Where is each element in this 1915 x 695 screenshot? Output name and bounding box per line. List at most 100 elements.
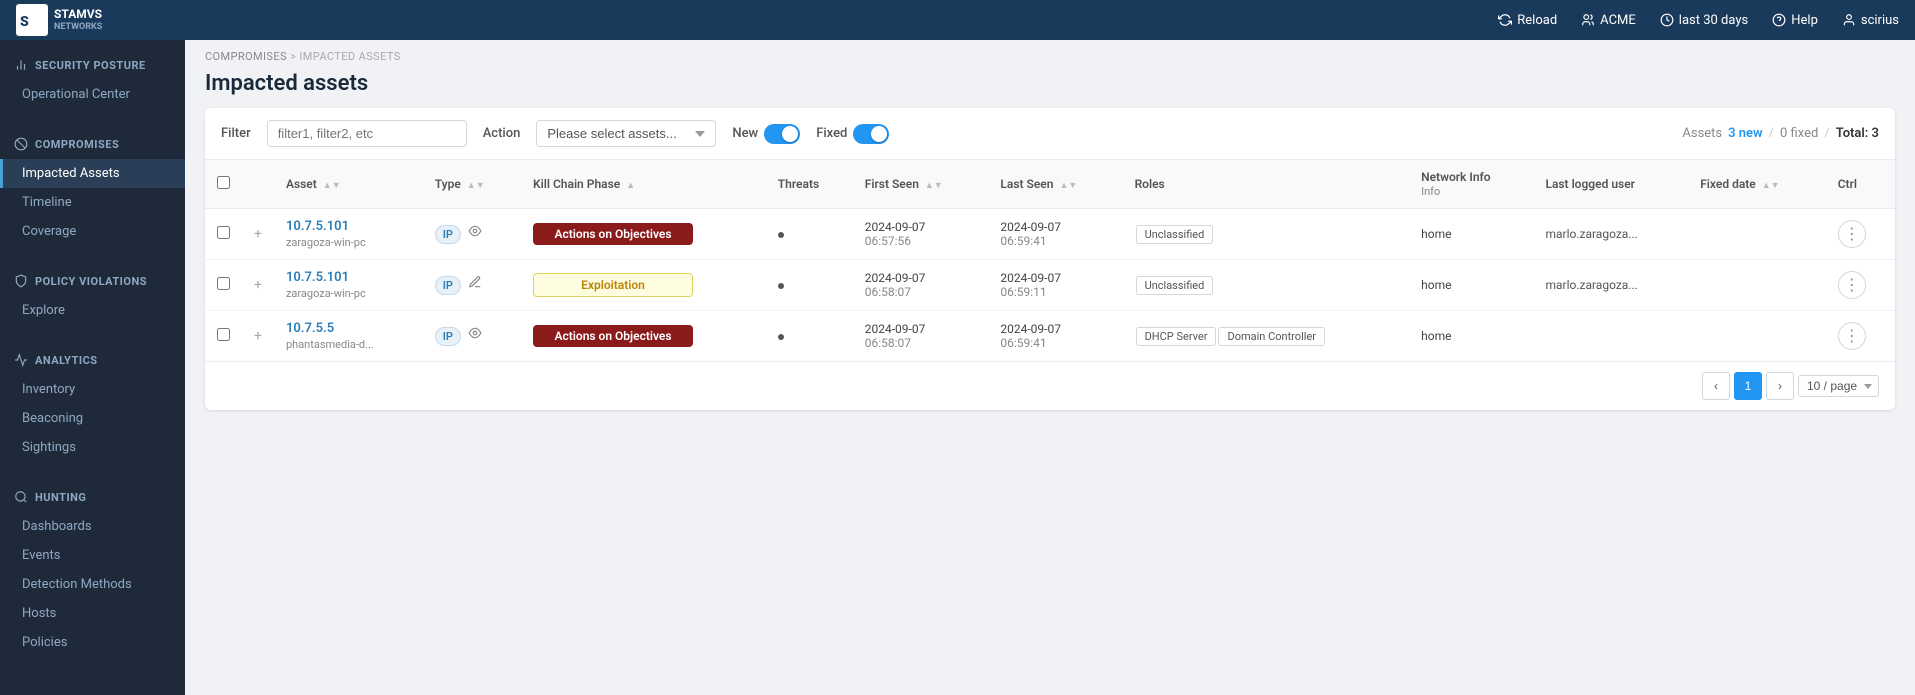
- asset-cell: 10.7.5.101 zaragoza-win-pc: [274, 209, 423, 260]
- prev-page-button[interactable]: ‹: [1702, 372, 1730, 400]
- sidebar-item-policies[interactable]: Policies: [0, 628, 185, 657]
- row-checkbox-0[interactable]: [217, 226, 230, 239]
- asset-link-1[interactable]: 10.7.5.101: [286, 270, 349, 285]
- data-table: Asset ▲▼ Type ▲▼ Kill Chain Phase ▲ Thre…: [205, 160, 1895, 361]
- logo-icon: S: [16, 4, 48, 36]
- org-selector[interactable]: ACME: [1581, 13, 1636, 28]
- breadcrumb-parent[interactable]: COMPROMISES: [205, 50, 287, 63]
- asset-hostname-2: phantasmedia-d...: [286, 338, 411, 351]
- asset-cell: 10.7.5.5 phantasmedia-d...: [274, 311, 423, 362]
- hunting-icon: [14, 490, 28, 504]
- page-1-button[interactable]: 1: [1734, 372, 1762, 400]
- help-button[interactable]: Help: [1772, 13, 1818, 28]
- type-badge-1: IP: [435, 276, 461, 295]
- sidebar-item-sightings[interactable]: Sightings: [0, 433, 185, 462]
- per-page-select[interactable]: 10 / page 25 / page 50 / page: [1798, 375, 1879, 397]
- row-expand-2[interactable]: +: [242, 311, 274, 362]
- sidebar-section-title-security-posture[interactable]: SECURITY POSTURE: [0, 50, 185, 80]
- pagination: ‹ 1 › 10 / page 25 / page 50 / page: [205, 361, 1895, 410]
- col-first-seen[interactable]: First Seen ▲▼: [853, 160, 989, 209]
- last-seen-cell-0: 2024-09-0706:59:41: [988, 209, 1122, 260]
- type-badge-2: IP: [435, 327, 461, 346]
- sidebar-section-policy-violations: POLICY VIOLATIONS Explore: [0, 256, 185, 335]
- table-row: + 10.7.5.101 zaragoza-win-pc IP Exploita…: [205, 260, 1895, 311]
- user-menu[interactable]: scirius: [1842, 13, 1899, 28]
- asset-link-2[interactable]: 10.7.5.5: [286, 321, 334, 336]
- threats-cell-1: [766, 260, 853, 311]
- network-info-cell-2: home: [1409, 311, 1533, 362]
- more-button-0[interactable]: ⋮: [1838, 220, 1866, 248]
- action-select[interactable]: Please select assets...: [536, 120, 716, 147]
- table-row: + 10.7.5.5 phantasmedia-d... IP Actions …: [205, 311, 1895, 362]
- select-all-checkbox[interactable]: [217, 176, 230, 189]
- sidebar-item-hosts[interactable]: Hosts: [0, 599, 185, 628]
- type-icon-0: [468, 226, 482, 242]
- reload-button[interactable]: Reload: [1498, 13, 1557, 28]
- assets-summary: Assets 3 new / 0 fixed / Total: 3: [1682, 126, 1879, 141]
- sidebar-item-operational-center[interactable]: Operational Center: [0, 80, 185, 109]
- sidebar-item-events[interactable]: Events: [0, 541, 185, 570]
- sidebar-section-title-hunting[interactable]: HUNTING: [0, 482, 185, 512]
- table-card: Filter Action Please select assets... Ne…: [205, 108, 1895, 410]
- logo-sub: NETWORKS: [54, 22, 102, 33]
- row-checkbox-2[interactable]: [217, 328, 230, 341]
- row-select-cell: [205, 311, 242, 362]
- row-checkbox-1[interactable]: [217, 277, 230, 290]
- sidebar-section-title-compromises[interactable]: COMPROMISES: [0, 129, 185, 159]
- row-expand-0[interactable]: +: [242, 209, 274, 260]
- asset-link-0[interactable]: 10.7.5.101: [286, 219, 349, 234]
- kill-chain-badge-2: Actions on Objectives: [533, 325, 693, 347]
- first-seen-cell-1: 2024-09-0706:58:07: [853, 260, 989, 311]
- reload-icon: [1498, 13, 1512, 27]
- threats-cell-2: [766, 311, 853, 362]
- more-button-1[interactable]: ⋮: [1838, 271, 1866, 299]
- fixed-toggle[interactable]: [853, 124, 889, 144]
- new-toggle[interactable]: [764, 124, 800, 144]
- asset-hostname-1: zaragoza-win-pc: [286, 287, 411, 300]
- threat-dot-2: [778, 334, 784, 340]
- sidebar-section-title-analytics[interactable]: ANALYTICS: [0, 345, 185, 375]
- sidebar-item-detection-methods[interactable]: Detection Methods: [0, 570, 185, 599]
- fixed-toggle-wrap: Fixed: [816, 124, 889, 144]
- assets-total: Total: 3: [1836, 126, 1879, 141]
- sidebar-section-compromises: COMPROMISES Impacted Assets Timeline Cov…: [0, 119, 185, 256]
- next-page-button[interactable]: ›: [1766, 372, 1794, 400]
- sidebar-section-title-policy-violations[interactable]: POLICY VIOLATIONS: [0, 266, 185, 296]
- col-asset[interactable]: Asset ▲▼: [274, 160, 423, 209]
- col-last-seen[interactable]: Last Seen ▲▼: [988, 160, 1122, 209]
- filter-input[interactable]: [267, 120, 467, 147]
- type-badge-0: IP: [435, 225, 461, 244]
- sidebar-item-explore[interactable]: Explore: [0, 296, 185, 325]
- roles-cell-1: Unclassified: [1123, 260, 1410, 311]
- main-content: COMPROMISES > IMPACTED ASSETS Impacted a…: [185, 40, 1915, 695]
- col-network-info: Network Info Info: [1409, 160, 1533, 209]
- fixed-label: Fixed: [816, 126, 847, 141]
- network-info-cell-0: home: [1409, 209, 1533, 260]
- analytics-icon: [14, 353, 28, 367]
- threat-dot-0: [778, 232, 784, 238]
- role-badge: Unclassified: [1136, 225, 1214, 244]
- sidebar-item-timeline[interactable]: Timeline: [0, 188, 185, 217]
- ctrl-cell-0: ⋮: [1826, 209, 1895, 260]
- sidebar-item-beaconing[interactable]: Beaconing: [0, 404, 185, 433]
- time-filter[interactable]: last 30 days: [1660, 13, 1748, 28]
- more-button-2[interactable]: ⋮: [1838, 322, 1866, 350]
- logo-name: STAMVS: [54, 7, 102, 21]
- network-info-cell-1: home: [1409, 260, 1533, 311]
- user-icon: [1842, 13, 1856, 27]
- sidebar-item-dashboards[interactable]: Dashboards: [0, 512, 185, 541]
- col-fixed-date[interactable]: Fixed date ▲▼: [1688, 160, 1826, 209]
- logo: S STAMVS NETWORKS: [16, 4, 102, 36]
- assets-new-count: 3 new: [1728, 126, 1763, 141]
- row-expand-1[interactable]: +: [242, 260, 274, 311]
- col-threats: Threats: [766, 160, 853, 209]
- bar-chart-icon: [14, 58, 28, 72]
- sidebar-item-coverage[interactable]: Coverage: [0, 217, 185, 246]
- sidebar-item-impacted-assets[interactable]: Impacted Assets: [0, 159, 185, 188]
- col-kill-chain[interactable]: Kill Chain Phase ▲: [521, 160, 766, 209]
- assets-fixed-count: 0 fixed: [1780, 126, 1818, 141]
- new-label: New: [732, 126, 758, 141]
- col-type[interactable]: Type ▲▼: [423, 160, 521, 209]
- table-row: + 10.7.5.101 zaragoza-win-pc IP Actions …: [205, 209, 1895, 260]
- sidebar-item-inventory[interactable]: Inventory: [0, 375, 185, 404]
